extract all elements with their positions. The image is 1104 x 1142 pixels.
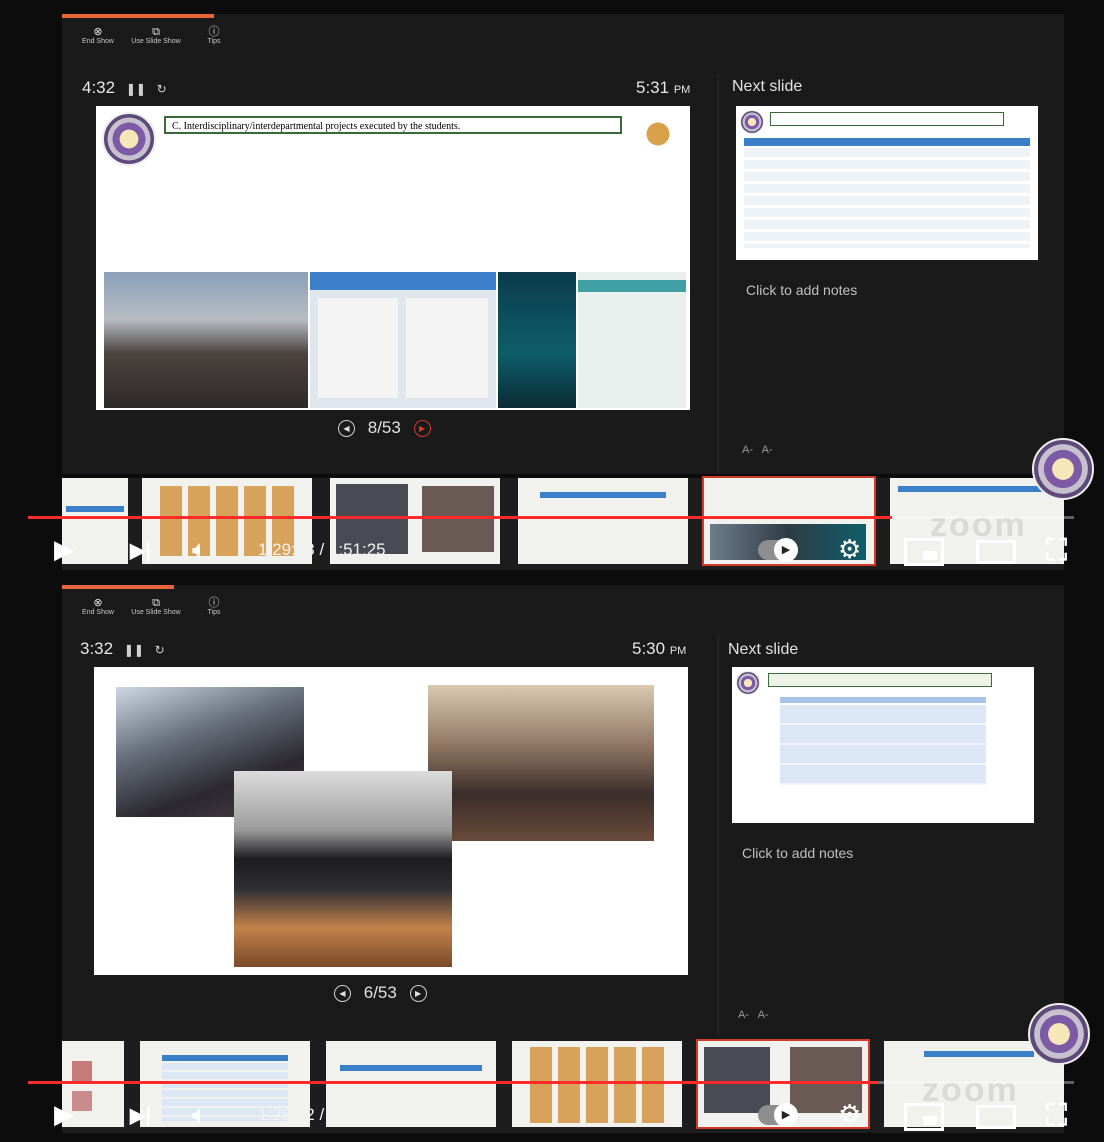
use-slide-show-button[interactable]: ⧉ Use Slide Show bbox=[128, 26, 184, 45]
playback-progress[interactable] bbox=[28, 1081, 878, 1084]
next-slide-label: Next slide bbox=[728, 641, 799, 658]
presentation-timer-bar bbox=[62, 585, 174, 589]
presenter-view: ⊗ End Show ⧉ Use Slide Show ⓘ Tips 4:32 … bbox=[62, 14, 1064, 474]
use-slide-show-button[interactable]: ⧉ Use Slide Show bbox=[128, 597, 184, 616]
autoplay-play-icon: ▶ bbox=[774, 1103, 798, 1127]
next-slide-preview[interactable] bbox=[732, 667, 1034, 823]
previous-slide-icon[interactable]: ◀ bbox=[338, 420, 355, 438]
panel-divider bbox=[718, 74, 719, 474]
font-decrease-button[interactable]: A- bbox=[742, 444, 753, 456]
next-slide-icon[interactable]: ▶ bbox=[413, 420, 431, 438]
playback-progress[interactable] bbox=[28, 516, 892, 519]
info-icon: ⓘ bbox=[208, 26, 220, 38]
volume-icon[interactable]: 🔈︎ bbox=[192, 534, 208, 566]
theater-mode-icon[interactable] bbox=[976, 540, 1016, 564]
next-slide-label: Next slide bbox=[732, 78, 803, 95]
x-circle-icon: ⊗ bbox=[93, 26, 103, 38]
fullscreen-icon[interactable]: ⛶ bbox=[1046, 534, 1067, 568]
next-video-icon[interactable]: ▶| bbox=[130, 1103, 151, 1128]
playback-time: 1:29:53 / 1:51:25 bbox=[258, 540, 386, 559]
autoplay-play-icon: ▶ bbox=[774, 538, 798, 562]
elapsed-timer: 3:32 ❚❚ ↻ bbox=[80, 639, 165, 658]
volume-icon[interactable]: 🔈︎ bbox=[192, 1099, 208, 1131]
lab-photo-right bbox=[428, 685, 654, 841]
panel-divider bbox=[718, 635, 719, 1035]
neuroscience-poster bbox=[498, 272, 576, 408]
playback-time: 1:28:52 / 1:51:25 bbox=[258, 1105, 386, 1124]
end-show-button[interactable]: ⊗ End Show bbox=[70, 26, 126, 45]
slide-navigator: ◀ 6/53 ▶ bbox=[326, 983, 435, 1003]
theater-mode-icon[interactable] bbox=[976, 1105, 1016, 1129]
x-circle-icon: ⊗ bbox=[93, 597, 103, 609]
slides-icon: ⧉ bbox=[152, 597, 160, 609]
font-increase-button[interactable]: A- bbox=[758, 1009, 769, 1021]
play-icon[interactable]: ▶ bbox=[54, 534, 74, 565]
slides-icon: ⧉ bbox=[152, 26, 160, 38]
speaker-notes[interactable]: Click to add notes bbox=[746, 282, 857, 298]
autoplay-toggle[interactable]: ▶ bbox=[758, 1103, 798, 1127]
pause-icon[interactable]: ❚❚ bbox=[124, 643, 144, 657]
reset-timer-icon[interactable]: ↻ bbox=[155, 643, 165, 657]
settings-gear-icon[interactable]: ⚙ bbox=[838, 1099, 861, 1130]
tips-button[interactable]: ⓘ Tips bbox=[186, 597, 242, 616]
remaining-progress[interactable] bbox=[878, 1081, 1074, 1084]
channel-logo bbox=[1028, 1003, 1090, 1065]
fullscreen-icon[interactable]: ⛶ bbox=[1046, 1099, 1067, 1133]
play-icon[interactable]: ▶ bbox=[54, 1099, 74, 1130]
presentation-timer-bar bbox=[62, 14, 214, 18]
slide-heading: C. Interdisciplinary/interdepartmental p… bbox=[164, 116, 622, 134]
previous-slide-icon[interactable]: ◀ bbox=[334, 985, 351, 1003]
end-show-button[interactable]: ⊗ End Show bbox=[70, 597, 126, 616]
slide-navigator: ◀ 8/53 ▶ bbox=[330, 418, 439, 438]
channel-logo bbox=[1032, 438, 1094, 500]
seal-icon bbox=[740, 110, 764, 134]
poster-image bbox=[310, 272, 496, 408]
speaker-notes[interactable]: Click to add notes bbox=[742, 845, 853, 861]
miniplayer-icon[interactable] bbox=[904, 1103, 944, 1131]
font-size-controls: A- A- bbox=[742, 444, 773, 456]
info-icon: ⓘ bbox=[208, 597, 220, 609]
filmstrip-thumb[interactable] bbox=[518, 478, 688, 564]
students-photo bbox=[104, 272, 308, 408]
autoplay-toggle[interactable]: ▶ bbox=[758, 538, 798, 562]
pause-icon[interactable]: ❚❚ bbox=[126, 82, 146, 96]
seal-icon bbox=[736, 671, 760, 695]
current-slide: C. Interdisciplinary/interdepartmental p… bbox=[96, 106, 690, 410]
next-video-icon[interactable]: ▶| bbox=[130, 538, 151, 563]
current-time: 5:30 PM bbox=[632, 639, 687, 658]
tips-button[interactable]: ⓘ Tips bbox=[186, 26, 242, 45]
next-slide-icon[interactable]: ▶ bbox=[409, 985, 427, 1003]
presenter-view: ⊗ End Show ⧉ Use Slide Show ⓘ Tips 3:32 … bbox=[62, 585, 1064, 1045]
current-time: 5:31 PM bbox=[636, 78, 691, 97]
next-slide-preview[interactable] bbox=[736, 106, 1038, 260]
filmstrip-thumb[interactable] bbox=[512, 1041, 682, 1127]
settings-gear-icon[interactable]: ⚙ bbox=[838, 534, 861, 565]
presenter-frame-1: ⊗ End Show ⧉ Use Slide Show ⓘ Tips 4:32 … bbox=[0, 0, 1104, 571]
elapsed-timer: 4:32 ❚❚ ↻ bbox=[82, 78, 167, 97]
miniplayer-icon[interactable] bbox=[904, 538, 944, 566]
institution-seal bbox=[102, 112, 156, 166]
microplate-reader-photo bbox=[234, 771, 452, 967]
research-poster bbox=[578, 272, 686, 408]
current-slide bbox=[94, 667, 688, 975]
font-decrease-button[interactable]: A- bbox=[738, 1009, 749, 1021]
reset-timer-icon[interactable]: ↻ bbox=[157, 82, 167, 96]
presenter-frame-2: ⊗ End Show ⧉ Use Slide Show ⓘ Tips 3:32 … bbox=[0, 571, 1104, 1142]
font-size-controls: A- A- bbox=[738, 1009, 769, 1021]
remaining-progress[interactable] bbox=[892, 516, 1074, 519]
font-increase-button[interactable]: A- bbox=[762, 444, 773, 456]
emblem-logo bbox=[638, 114, 678, 154]
